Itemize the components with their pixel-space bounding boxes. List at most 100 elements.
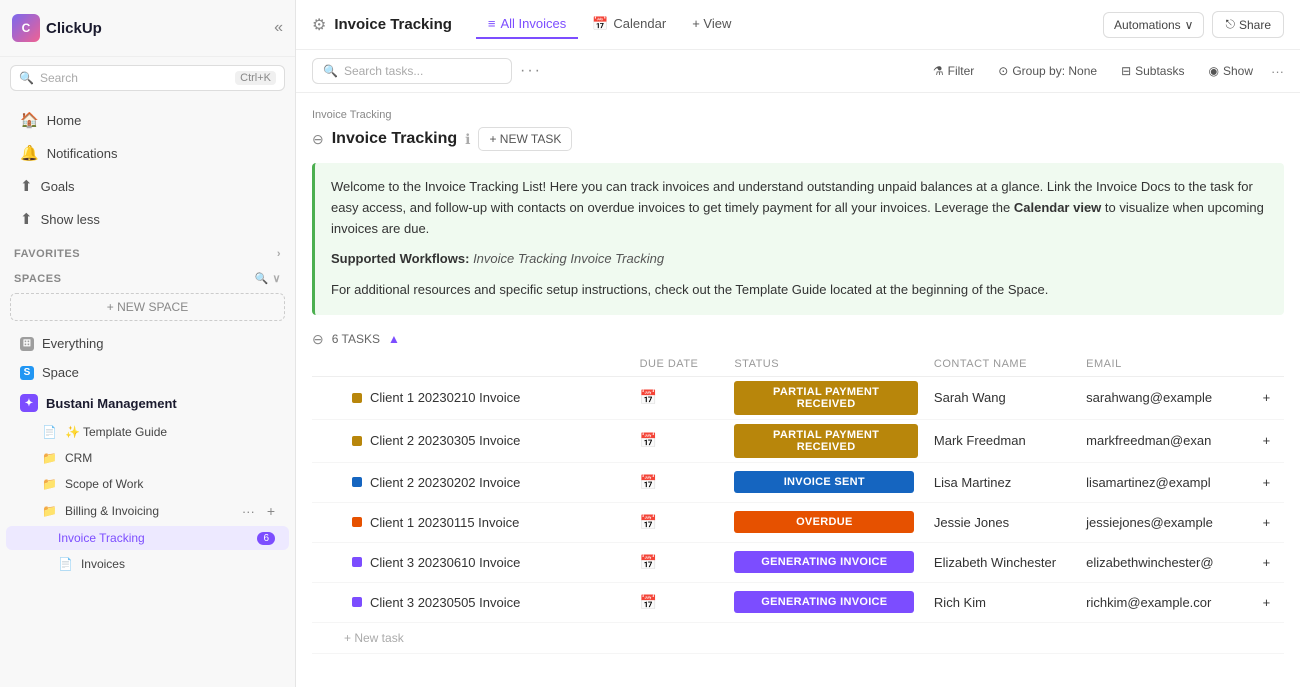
status-badge: GENERATING INVOICE xyxy=(734,591,914,613)
space-dot: S xyxy=(20,366,34,380)
favorites-header-icons[interactable]: › xyxy=(277,248,281,260)
group-by-button[interactable]: ⊙ Group by: None xyxy=(992,60,1103,82)
new-task-cell[interactable]: + New task xyxy=(312,622,1284,653)
calendar-tab-icon: 📅 xyxy=(592,16,608,32)
share-label: Share xyxy=(1239,18,1271,32)
toolbar-more-icon[interactable]: ··· xyxy=(1271,64,1284,79)
sidebar-item-scope-of-work[interactable]: 📁 Scope of Work xyxy=(6,472,289,496)
task-due-date-0[interactable]: 📅 xyxy=(632,376,727,419)
task-name: Client 3 20230610 Invoice xyxy=(370,555,520,570)
task-add-col-0[interactable]: + xyxy=(1255,376,1284,419)
automations-button[interactable]: Automations ∨ xyxy=(1103,12,1205,38)
status-badge: PARTIAL PAYMENT RECEIVED xyxy=(734,381,918,415)
task-color-dot xyxy=(352,477,362,487)
table-row[interactable]: Client 3 20230610 Invoice 📅 GENERATING I… xyxy=(312,542,1284,582)
search-bar[interactable]: 🔍 Search Ctrl+K xyxy=(10,65,285,91)
home-icon: 🏠 xyxy=(20,111,39,129)
status-badge: PARTIAL PAYMENT RECEIVED xyxy=(734,424,918,458)
sidebar: C ClickUp « 🔍 Search Ctrl+K 🏠 Home 🔔 Not… xyxy=(0,0,296,687)
col-header-due-date[interactable]: DUE DATE xyxy=(632,352,727,377)
task-color-dot xyxy=(352,436,362,446)
new-space-button[interactable]: + NEW SPACE xyxy=(10,293,285,321)
task-add-col-4[interactable]: + xyxy=(1255,542,1284,582)
col-header-email: EMAIL xyxy=(1078,352,1254,377)
table-row[interactable]: Client 2 20230305 Invoice 📅 PARTIAL PAYM… xyxy=(312,419,1284,462)
status-badge: OVERDUE xyxy=(734,511,914,533)
task-add-col-3[interactable]: + xyxy=(1255,502,1284,542)
sidebar-item-show-less[interactable]: ⬆ Show less xyxy=(6,203,289,235)
task-email-4: elizabethwinchester@ xyxy=(1078,542,1254,582)
task-name: Client 2 20230202 Invoice xyxy=(370,475,520,490)
task-due-date-1[interactable]: 📅 xyxy=(632,419,727,462)
sidebar-item-notifications[interactable]: 🔔 Notifications xyxy=(6,137,289,169)
spaces-header-icons[interactable]: 🔍 ∨ xyxy=(255,272,281,285)
tab-add-view[interactable]: + View xyxy=(680,10,743,39)
tasks-table: DUE DATE STATUS CONTACT NAME EMAIL Clien… xyxy=(312,352,1284,654)
sidebar-item-bustani[interactable]: ✦ Bustani Management xyxy=(6,388,289,418)
sidebar-item-home[interactable]: 🏠 Home xyxy=(6,104,289,136)
billing-add-icon[interactable]: + xyxy=(267,503,275,519)
bustani-icon: ✦ xyxy=(20,394,38,412)
task-due-date-4[interactable]: 📅 xyxy=(632,542,727,582)
toolbar-options-icon[interactable]: ··· xyxy=(520,62,542,80)
sidebar-item-invoice-tracking[interactable]: Invoice Tracking 6 xyxy=(6,526,289,550)
table-row[interactable]: Client 2 20230202 Invoice 📅 INVOICE SENT… xyxy=(312,462,1284,502)
spaces-label: SPACES xyxy=(14,273,61,285)
breadcrumb: Invoice Tracking xyxy=(312,109,1284,121)
share-button[interactable]: ⎋ Share xyxy=(1212,11,1284,38)
sort-icon[interactable]: ▲ xyxy=(388,332,400,346)
sidebar-item-invoices[interactable]: 📄 Invoices xyxy=(6,552,289,576)
main-content: ⚙ Invoice Tracking ≡ All Invoices 📅 Cale… xyxy=(296,0,1300,687)
workflow-link[interactable]: Invoice Tracking xyxy=(473,251,567,266)
table-row[interactable]: Client 1 20230115 Invoice 📅 OVERDUE Jess… xyxy=(312,502,1284,542)
sidebar-item-billing-invoicing[interactable]: 📁 Billing & Invoicing ··· + xyxy=(6,498,289,524)
sidebar-item-goals[interactable]: ⬆ Goals xyxy=(6,170,289,202)
task-name: Client 3 20230505 Invoice xyxy=(370,595,520,610)
task-add-col-5[interactable]: + xyxy=(1255,582,1284,622)
task-contact-2: Lisa Martinez xyxy=(926,462,1078,502)
filter-icon: ⚗ xyxy=(933,64,944,78)
status-badge: GENERATING INVOICE xyxy=(734,551,914,573)
new-space-label: + NEW SPACE xyxy=(107,300,188,314)
table-row[interactable]: Client 1 20230210 Invoice 📅 PARTIAL PAYM… xyxy=(312,376,1284,419)
sidebar-item-template-guide[interactable]: 📄 ✨ Template Guide xyxy=(6,420,289,444)
tasks-collapse-icon[interactable]: ⊖ xyxy=(312,331,324,348)
collapse-sidebar-button[interactable]: « xyxy=(274,19,283,37)
new-task-row[interactable]: + New task xyxy=(312,622,1284,653)
new-task-button[interactable]: + NEW TASK xyxy=(478,127,572,151)
tab-all-invoices[interactable]: ≡ All Invoices xyxy=(476,10,578,39)
section-info-icon[interactable]: ℹ xyxy=(465,131,470,148)
bustani-label: Bustani Management xyxy=(46,396,177,411)
search-shortcut: Ctrl+K xyxy=(235,71,276,85)
task-due-date-3[interactable]: 📅 xyxy=(632,502,727,542)
task-status-cell-3: OVERDUE xyxy=(726,502,926,542)
section-collapse-icon[interactable]: ⊖ xyxy=(312,131,324,148)
task-status-cell-2: INVOICE SENT xyxy=(726,462,926,502)
header-title: Invoice Tracking xyxy=(334,16,452,33)
search-tasks-input[interactable]: 🔍 Search tasks... xyxy=(312,58,512,84)
workflow-row: Supported Workflows: Invoice Tracking In… xyxy=(331,249,1268,270)
filter-button[interactable]: ⚗ Filter xyxy=(927,60,980,82)
notifications-icon: 🔔 xyxy=(20,144,39,162)
sidebar-nav: 🏠 Home 🔔 Notifications ⬆ Goals ⬆ Show le… xyxy=(0,99,295,240)
search-tasks-icon: 🔍 xyxy=(323,64,338,78)
task-due-date-2[interactable]: 📅 xyxy=(632,462,727,502)
task-due-date-5[interactable]: 📅 xyxy=(632,582,727,622)
task-add-col-2[interactable]: + xyxy=(1255,462,1284,502)
billing-options-icon[interactable]: ··· xyxy=(242,504,255,519)
task-color-dot xyxy=(352,393,362,403)
show-button[interactable]: ◉ Show xyxy=(1202,60,1259,82)
subtasks-button[interactable]: ⊟ Subtasks xyxy=(1115,60,1190,82)
sidebar-item-space[interactable]: S Space xyxy=(6,359,289,386)
sidebar-item-crm[interactable]: 📁 CRM xyxy=(6,446,289,470)
spaces-section-header: SPACES 🔍 ∨ xyxy=(0,264,295,289)
logo-text: ClickUp xyxy=(46,20,102,37)
tasks-body: Client 1 20230210 Invoice 📅 PARTIAL PAYM… xyxy=(312,376,1284,653)
banner-calendar-view-text: Calendar view xyxy=(1014,200,1101,215)
sidebar-item-everything[interactable]: ⊞ Everything xyxy=(6,330,289,357)
task-name-cell-5: Client 3 20230505 Invoice xyxy=(312,582,632,622)
template-guide-label: ✨ Template Guide xyxy=(65,425,167,439)
task-add-col-1[interactable]: + xyxy=(1255,419,1284,462)
tab-calendar[interactable]: 📅 Calendar xyxy=(580,10,678,40)
table-row[interactable]: Client 3 20230505 Invoice 📅 GENERATING I… xyxy=(312,582,1284,622)
